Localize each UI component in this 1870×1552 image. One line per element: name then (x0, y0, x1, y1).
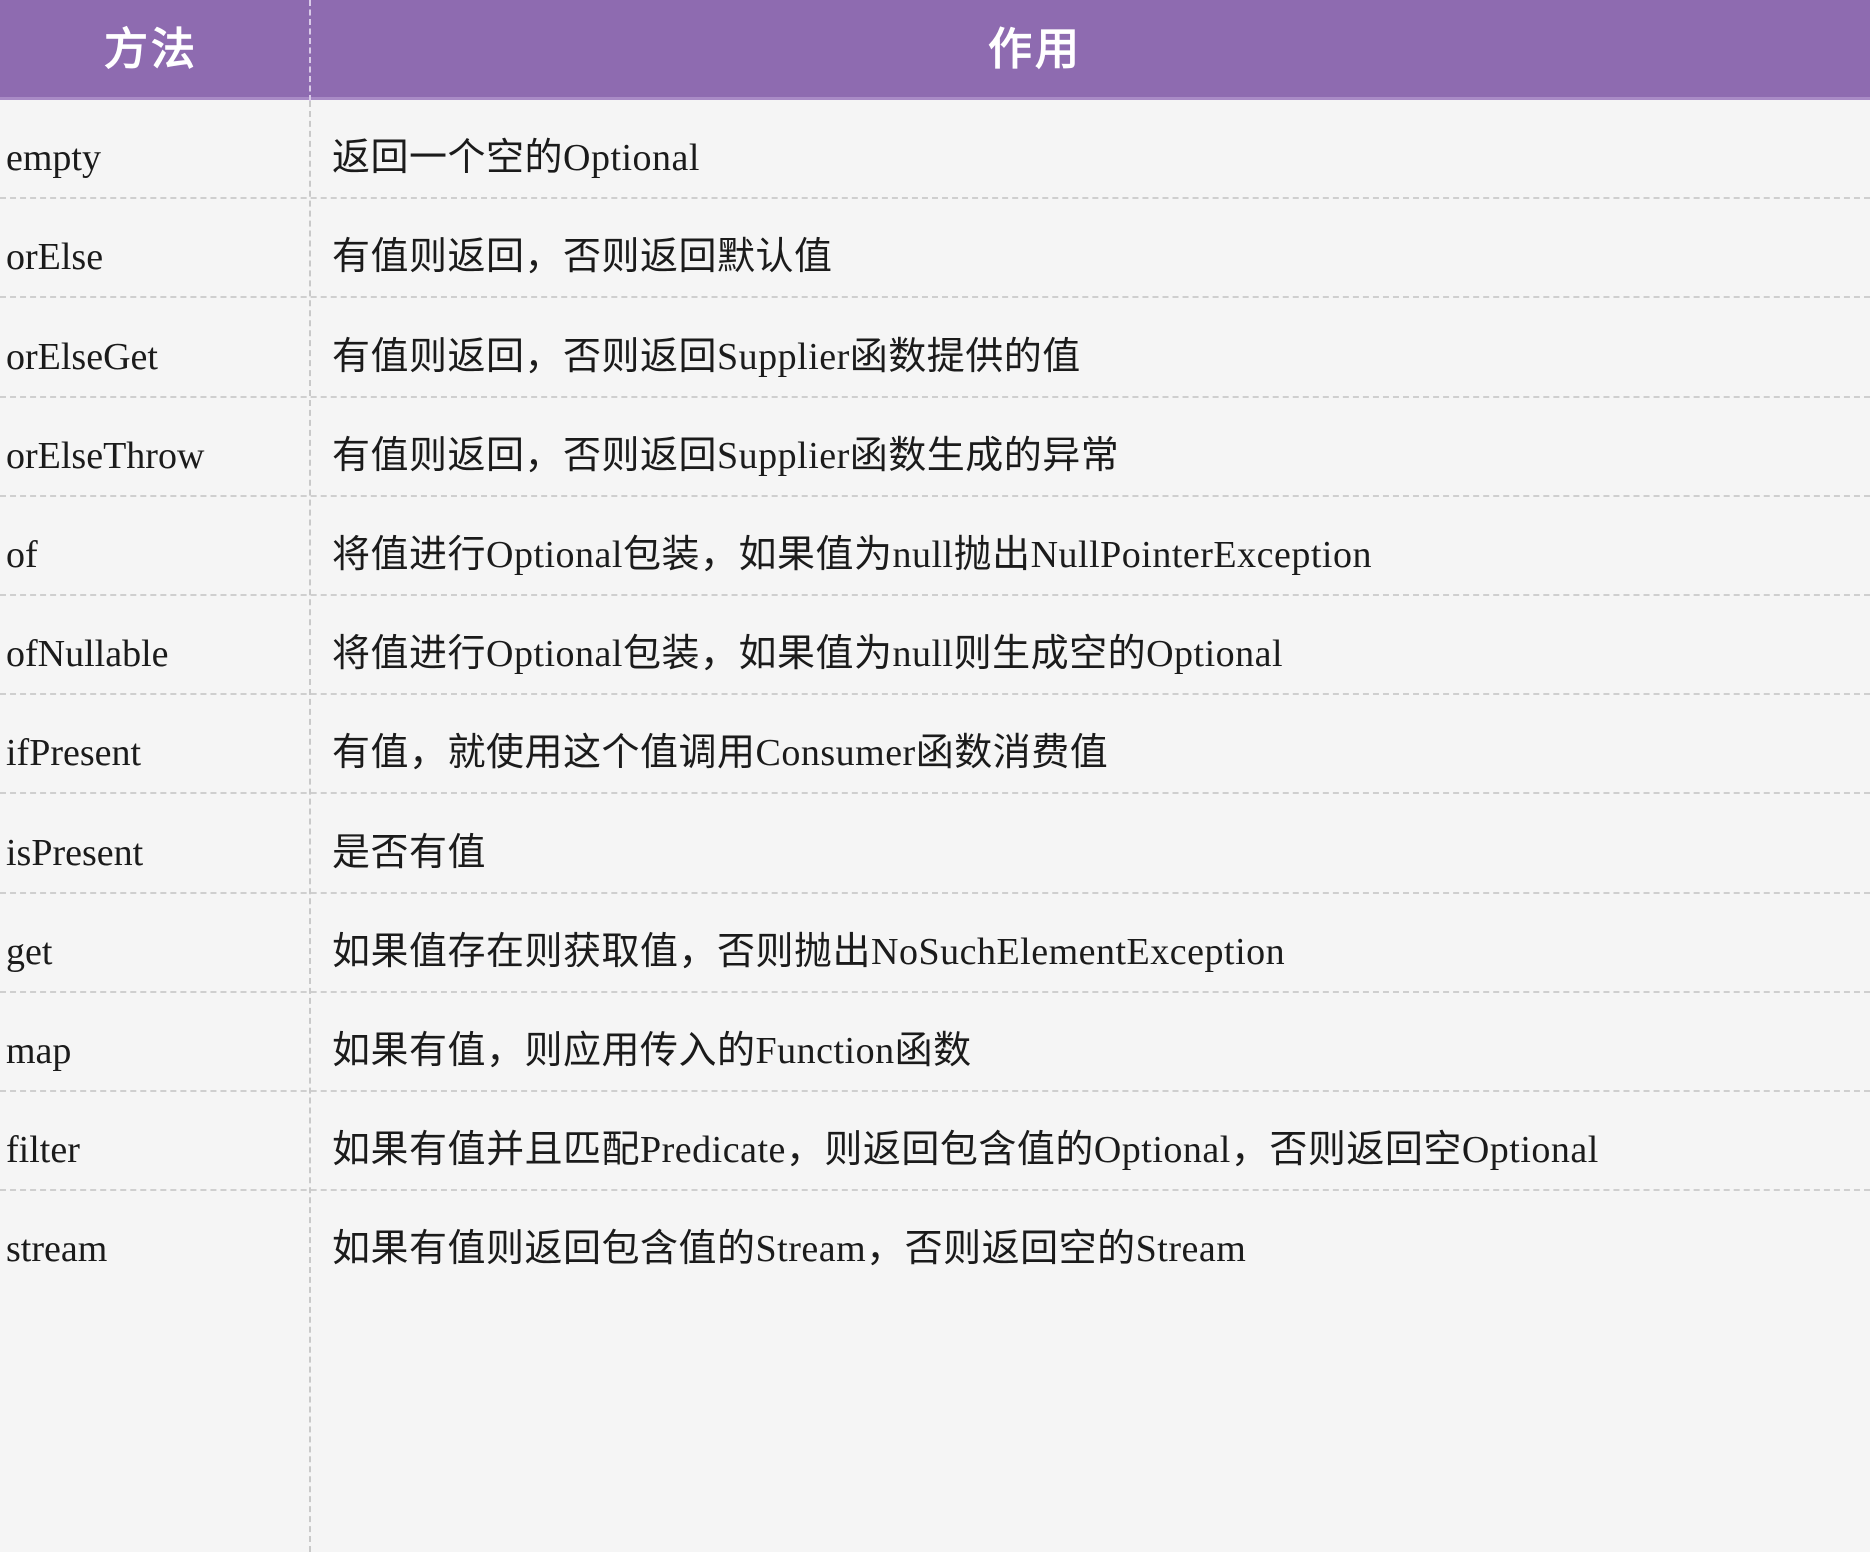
cell-method: orElseGet (0, 298, 310, 397)
table-row: stream 如果有值则返回包含值的Stream，否则返回空的Stream (0, 1191, 1870, 1290)
table-body: empty 返回一个空的Optional orElse 有值则返回，否则返回默认… (0, 100, 1870, 1290)
cell-effect: 如果有值并且匹配Predicate，则返回包含值的Optional，否则返回空O… (310, 1092, 1870, 1191)
table-row: filter 如果有值并且匹配Predicate，则返回包含值的Optional… (0, 1092, 1870, 1191)
cell-method: isPresent (0, 794, 310, 893)
cell-effect: 将值进行Optional包装，如果值为null抛出NullPointerExce… (310, 497, 1870, 596)
column-header-method: 方法 (0, 0, 310, 100)
table-row: orElse 有值则返回，否则返回默认值 (0, 199, 1870, 298)
table-row: isPresent 是否有值 (0, 794, 1870, 893)
cell-method: empty (0, 100, 310, 199)
table-header-row: 方法 作用 (0, 0, 1870, 100)
cell-method: ofNullable (0, 596, 310, 695)
cell-method: map (0, 993, 310, 1092)
table-row: map 如果有值，则应用传入的Function函数 (0, 993, 1870, 1092)
cell-effect: 将值进行Optional包装，如果值为null则生成空的Optional (310, 596, 1870, 695)
cell-effect: 如果有值，则应用传入的Function函数 (310, 993, 1870, 1092)
cell-effect: 是否有值 (310, 794, 1870, 893)
cell-method: get (0, 894, 310, 993)
cell-method: filter (0, 1092, 310, 1191)
table-row: get 如果值存在则获取值，否则抛出NoSuchElementException (0, 894, 1870, 993)
cell-method: ifPresent (0, 695, 310, 794)
cell-effect: 有值，就使用这个值调用Consumer函数消费值 (310, 695, 1870, 794)
table-row: orElseThrow 有值则返回，否则返回Supplier函数生成的异常 (0, 398, 1870, 497)
optional-methods-table: 方法 作用 empty 返回一个空的Optional orElse 有值则返回，… (0, 0, 1870, 1552)
table-row: ofNullable 将值进行Optional包装，如果值为null则生成空的O… (0, 596, 1870, 695)
cell-method: orElseThrow (0, 398, 310, 497)
cell-method: of (0, 497, 310, 596)
cell-effect: 有值则返回，否则返回Supplier函数生成的异常 (310, 398, 1870, 497)
column-header-effect: 作用 (310, 0, 1870, 100)
cell-method: stream (0, 1191, 310, 1290)
cell-effect: 有值则返回，否则返回默认值 (310, 199, 1870, 298)
table-row: of 将值进行Optional包装，如果值为null抛出NullPointerE… (0, 497, 1870, 596)
table-row: ifPresent 有值，就使用这个值调用Consumer函数消费值 (0, 695, 1870, 794)
cell-method: orElse (0, 199, 310, 298)
table-row: empty 返回一个空的Optional (0, 100, 1870, 199)
cell-effect: 如果有值则返回包含值的Stream，否则返回空的Stream (310, 1191, 1870, 1290)
cell-effect: 返回一个空的Optional (310, 100, 1870, 199)
cell-effect: 如果值存在则获取值，否则抛出NoSuchElementException (310, 894, 1870, 993)
table-row: orElseGet 有值则返回，否则返回Supplier函数提供的值 (0, 298, 1870, 397)
cell-effect: 有值则返回，否则返回Supplier函数提供的值 (310, 298, 1870, 397)
